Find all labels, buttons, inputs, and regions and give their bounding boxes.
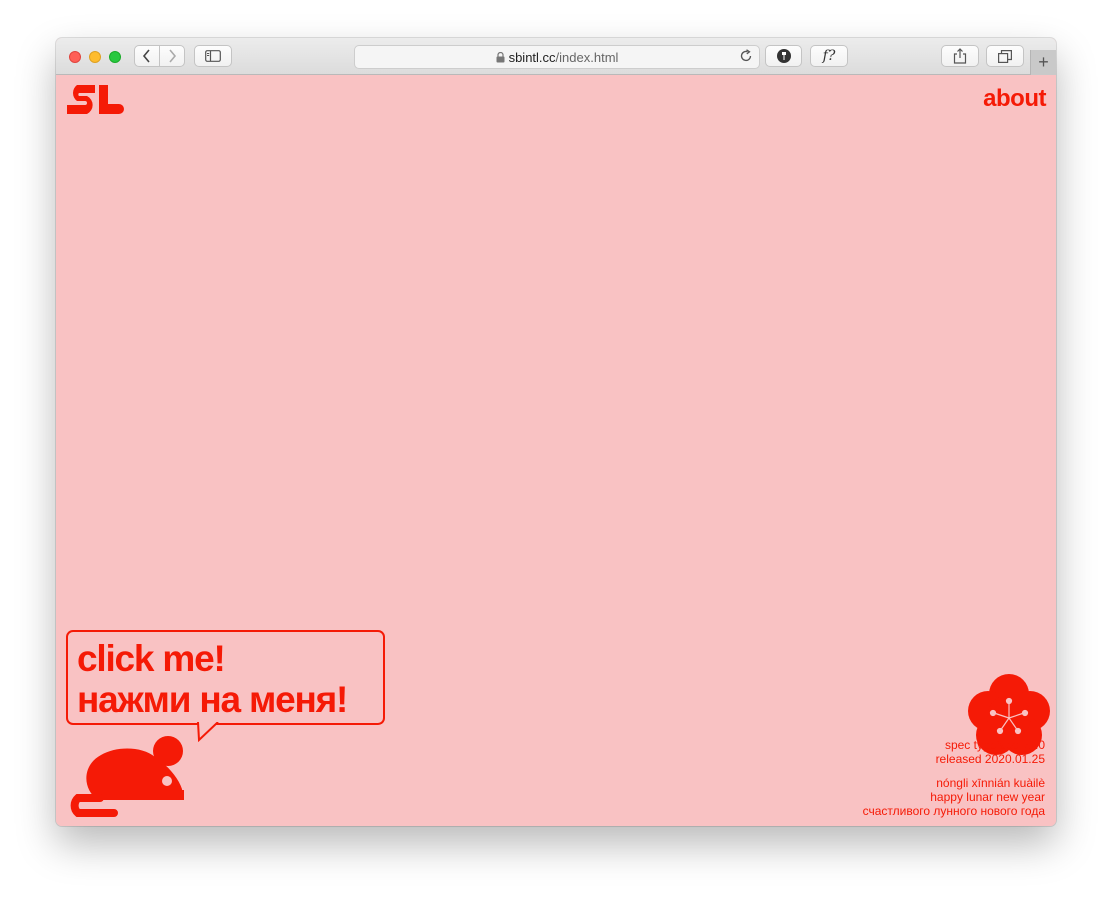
add-tab-icon: + xyxy=(1038,52,1049,72)
browser-window: sbintl.cc/index.html f? + about click me… xyxy=(56,38,1056,826)
reload-button[interactable] xyxy=(739,49,753,66)
typeface-version: spec typeface v1.0 xyxy=(944,738,1045,752)
bubble-text-russian: нажми на меня! xyxy=(77,679,348,720)
reload-icon xyxy=(740,49,752,62)
minimize-window-button[interactable] xyxy=(89,51,101,63)
sb-logo[interactable] xyxy=(65,84,129,120)
about-link[interactable]: about xyxy=(983,85,1046,113)
browser-toolbar: sbintl.cc/index.html f? + xyxy=(56,38,1056,75)
share-button[interactable] xyxy=(941,45,979,67)
address-bar[interactable]: sbintl.cc/index.html xyxy=(354,45,760,69)
greeting-russian: счастливого лунного нового года xyxy=(862,804,1045,818)
release-date: released 2020.01.25 xyxy=(935,752,1045,766)
url-path: /index.html xyxy=(555,49,619,65)
sidebar-icon xyxy=(205,50,221,62)
new-tab-button[interactable]: + xyxy=(1030,50,1056,75)
speech-bubble-tail xyxy=(197,722,219,742)
greeting-pinyin: nóngli xīnnián kuàilè xyxy=(936,776,1045,790)
forward-button[interactable] xyxy=(159,45,185,67)
typeface-info: spec typeface v1.0 released 2020.01.25 xyxy=(936,738,1045,766)
font-icon: f? xyxy=(822,48,836,64)
page-content: about click me! нажми на меня! spec type… xyxy=(56,75,1056,826)
url-host: sbintl.cc xyxy=(508,49,556,65)
greeting-english: happy lunar new year xyxy=(930,790,1045,804)
close-window-button[interactable] xyxy=(69,51,81,63)
sb-logo-icon xyxy=(67,85,124,114)
rat-icon[interactable] xyxy=(64,735,186,817)
lock-icon xyxy=(496,51,505,62)
tabs-button[interactable] xyxy=(986,45,1024,67)
click-me-bubble[interactable]: click me! нажми на меня! xyxy=(66,630,385,725)
extension-icon xyxy=(776,49,791,63)
back-button[interactable] xyxy=(134,45,160,67)
zoom-window-button[interactable] xyxy=(109,51,121,63)
greeting-info: nóngli xīnnián kuàilè happy lunar new ye… xyxy=(863,776,1045,818)
sidebar-button[interactable] xyxy=(194,45,232,67)
share-icon xyxy=(953,48,967,64)
extension-button[interactable] xyxy=(765,45,802,67)
tabs-icon xyxy=(998,49,1012,63)
font-button[interactable]: f? xyxy=(810,45,848,67)
back-icon xyxy=(142,49,150,63)
forward-icon xyxy=(169,49,177,63)
bubble-text-english: click me! xyxy=(77,638,226,679)
